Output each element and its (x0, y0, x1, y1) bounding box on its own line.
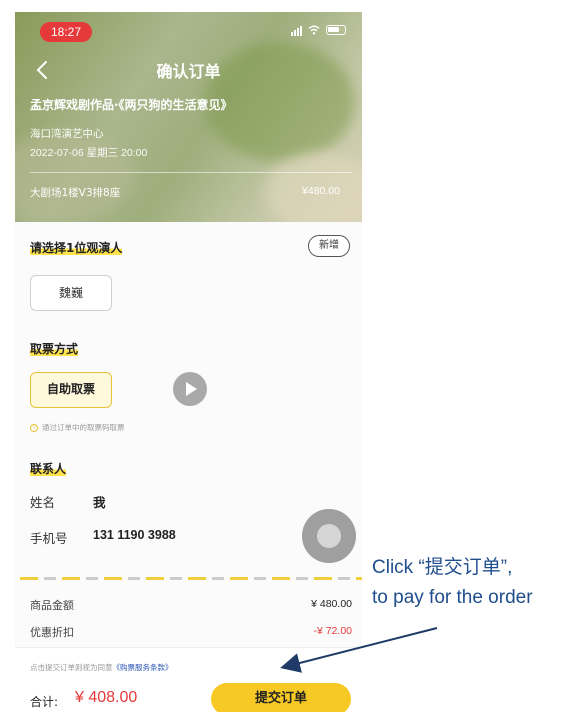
terms-link[interactable]: 《购票服务条款》 (113, 663, 173, 672)
name-value[interactable]: 我 (93, 492, 106, 511)
floating-assistive-button[interactable] (302, 509, 356, 563)
goods-amount-label: 商品金额 (30, 599, 74, 612)
pickup-section-title: 取票方式 (30, 342, 79, 356)
signal-icon (291, 24, 302, 36)
pickup-option-self[interactable]: 自助取票 (30, 372, 112, 408)
total-value: ¥ 408.00 (75, 689, 138, 706)
wifi-icon (308, 25, 320, 35)
instruction-callout: Click “提交订单”, to pay for the order (372, 553, 533, 613)
agreement-text: 点击提交订单则视为同意《购票服务条款》 (30, 663, 173, 672)
seat-price: ¥480.00 (302, 185, 340, 197)
info-icon: ! (30, 423, 38, 432)
show-title: 孟京辉戏剧作品·《两只狗的生活意见》 (30, 98, 233, 112)
status-time: 18:27 (40, 22, 92, 42)
callout-line-1: Click “提交订单”, (372, 557, 513, 578)
pointer-arrow-icon (280, 627, 438, 673)
nav-bar: 确认订单 (15, 56, 362, 84)
battery-icon (326, 25, 346, 35)
pickup-note-text: 通过订单中的取票码取票 (42, 423, 125, 432)
discount-label: 优惠折扣 (30, 626, 74, 639)
contact-section-title: 联系人 (30, 462, 67, 476)
viewer-chip[interactable]: 魏巍 (30, 275, 112, 311)
page-title: 确认订单 (156, 62, 221, 81)
order-header: 18:27 确认订单 孟京辉戏剧作品·《两只狗的生活意见》 海口湾演艺中心 20… (15, 12, 362, 232)
viewer-section-title: 请选择1位观演人 (30, 241, 123, 255)
status-bar: 18:27 (15, 20, 362, 42)
seat-info: 大剧场1楼V3排8座 (30, 187, 121, 199)
callout-line-2: to pay for the order (372, 587, 533, 608)
pickup-note: ! 通过订单中的取票码取票 (30, 422, 125, 433)
phone-screen: 18:27 确认订单 孟京辉戏剧作品·《两只狗的生活意见》 海口湾演艺中心 20… (15, 12, 362, 712)
add-viewer-button[interactable]: 新增 (308, 235, 350, 257)
show-datetime: 2022-07-06 星期三 20:00 (30, 147, 148, 159)
name-label: 姓名 (30, 495, 56, 510)
phone-value[interactable]: 131 1190 3988 (93, 528, 176, 542)
phone-label: 手机号 (30, 531, 68, 546)
submit-order-button[interactable]: 提交订单 (211, 683, 351, 712)
venue-name: 海口湾演艺中心 (30, 128, 104, 140)
header-divider (30, 172, 352, 173)
goods-amount-value: ¥ 480.00 (311, 598, 352, 610)
total-label: 合计: (30, 695, 59, 709)
dashed-divider (20, 577, 362, 580)
play-icon[interactable] (173, 372, 207, 406)
